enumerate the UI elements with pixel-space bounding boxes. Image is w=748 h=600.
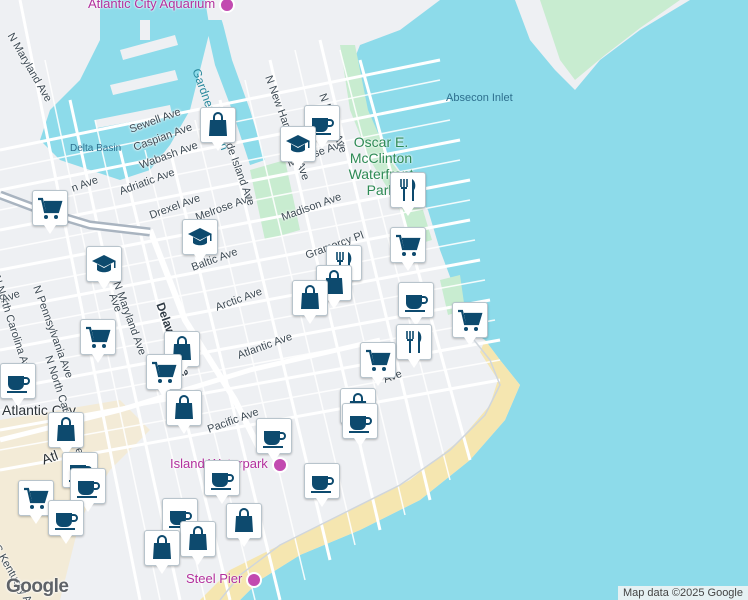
poi-marker-grocery[interactable]	[146, 354, 182, 398]
poi-marker-shopping[interactable]	[292, 280, 328, 324]
poi-marker-school[interactable]	[280, 126, 316, 170]
steel-pier-poi-icon	[246, 571, 263, 588]
poi-marker-shopping[interactable]	[200, 107, 236, 151]
poi-marker-cafe[interactable]	[342, 403, 378, 447]
label-aquarium[interactable]: Atlantic City Aquarium	[88, 0, 236, 13]
map-attribution[interactable]: Map data ©2025 Google	[617, 586, 748, 600]
poi-marker-grocery[interactable]	[452, 302, 488, 346]
poi-marker-cafe[interactable]	[304, 463, 340, 507]
poi-marker-shopping[interactable]	[48, 412, 84, 456]
aquarium-poi-icon	[219, 0, 236, 13]
label-absecon-inlet: Absecon Inlet	[446, 92, 513, 104]
poi-marker-cafe[interactable]	[70, 468, 106, 512]
label-steel-pier[interactable]: Steel Pier	[186, 571, 263, 588]
map-canvas[interactable]: Atlantic City Aquarium Absecon Inlet Del…	[0, 0, 748, 600]
poi-marker-restaurant[interactable]	[390, 172, 426, 216]
poi-marker-grocery[interactable]	[80, 319, 116, 363]
marina-pier-4	[140, 20, 150, 40]
poi-marker-school[interactable]	[86, 246, 122, 290]
poi-marker-shopping[interactable]	[166, 390, 202, 434]
poi-marker-grocery[interactable]	[360, 342, 396, 386]
poi-marker-cafe[interactable]	[398, 282, 434, 326]
poi-marker-cafe[interactable]	[256, 418, 292, 462]
poi-marker-school[interactable]	[182, 219, 218, 263]
poi-marker-shopping[interactable]	[144, 530, 180, 574]
poi-marker-grocery[interactable]	[390, 227, 426, 271]
poi-marker-cafe[interactable]	[48, 500, 84, 544]
google-logo[interactable]: Google	[6, 576, 69, 598]
label-delta-basin: Delta Basin	[70, 143, 122, 154]
poi-marker-grocery[interactable]	[32, 190, 68, 234]
poi-marker-shopping[interactable]	[180, 521, 216, 565]
poi-marker-shopping[interactable]	[226, 503, 262, 547]
poi-marker-cafe[interactable]	[204, 460, 240, 504]
poi-marker-restaurant[interactable]	[396, 324, 432, 368]
poi-marker-cafe[interactable]	[0, 363, 36, 407]
